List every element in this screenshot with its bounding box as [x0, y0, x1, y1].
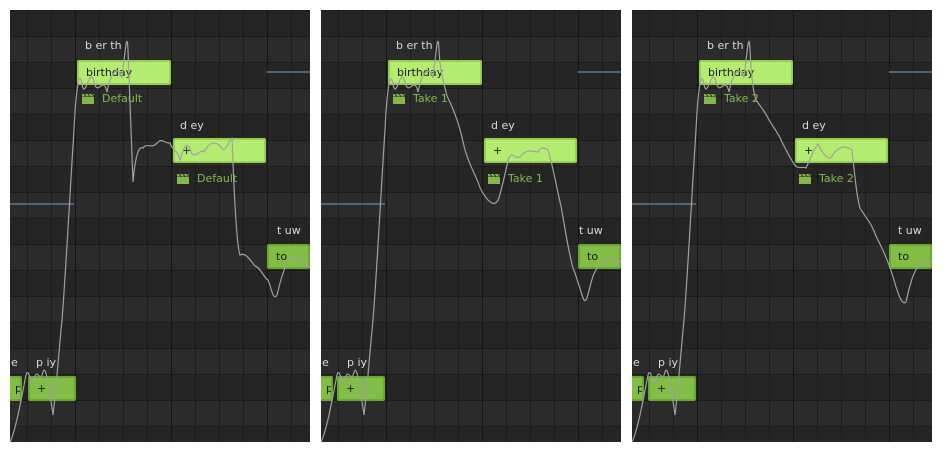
clapperboard-icon: [704, 93, 717, 104]
phoneme-label: t uw: [579, 224, 603, 237]
phoneme-label: b er th: [707, 39, 744, 52]
take-selector[interactable]: Take 2: [703, 92, 759, 106]
note-block[interactable]: to: [267, 244, 310, 269]
take-label: Default: [197, 172, 238, 185]
take-selector[interactable]: Take 2: [798, 172, 854, 186]
grid-row: [321, 166, 621, 192]
take-selector[interactable]: Take 1: [392, 92, 448, 106]
note-block[interactable]: birthday: [388, 60, 482, 85]
note-block[interactable]: py: [10, 376, 22, 401]
grid-row: [632, 114, 932, 140]
phoneme-label: p iy: [347, 356, 368, 369]
note-block[interactable]: to: [889, 244, 932, 269]
grid-row: [321, 270, 621, 296]
clapperboard-icon: [393, 93, 406, 104]
phoneme-label: b er th: [85, 39, 122, 52]
grid-row: [321, 10, 621, 36]
phoneme-label: d ey: [491, 119, 515, 132]
phoneme-label: p iy: [36, 356, 57, 369]
take-label: Take 1: [508, 172, 543, 185]
phoneme-label: d ey: [180, 119, 204, 132]
clapperboard-icon: [82, 93, 95, 104]
piano-roll-panel-take1[interactable]: b er thd eyt uwep iybirthday+topy+Take 1…: [321, 10, 621, 442]
grid-row: [10, 10, 310, 36]
grid-row: [10, 322, 310, 348]
grid-row: [10, 114, 310, 140]
grid-row: [10, 218, 310, 244]
take-selector[interactable]: Default: [176, 172, 237, 186]
phoneme-label: b er th: [396, 39, 433, 52]
take-label: Take 2: [819, 172, 854, 185]
grid-row: [321, 218, 621, 244]
piano-roll-panel-take2[interactable]: b er thd eyt uwep iybirthday+topy+Take 2…: [632, 10, 932, 442]
piano-roll-panel-default[interactable]: b er thd eyt uwep iybirthday+topy+Defaul…: [10, 10, 310, 442]
phoneme-label: e: [11, 356, 18, 369]
grid-row: [321, 114, 621, 140]
grid-row: [10, 270, 310, 296]
clapperboard-icon: [488, 173, 501, 184]
grid-row: [321, 322, 621, 348]
phoneme-label: t uw: [898, 224, 922, 237]
note-block[interactable]: py: [632, 376, 644, 401]
phoneme-label: e: [633, 356, 640, 369]
take-label: Take 1: [413, 92, 448, 105]
clapperboard-icon: [177, 173, 190, 184]
grid-row: [632, 218, 932, 244]
note-block[interactable]: +: [648, 376, 696, 401]
grid-row: [632, 166, 932, 192]
grid-row: [632, 10, 932, 36]
grid-row: [632, 270, 932, 296]
note-block[interactable]: to: [578, 244, 621, 269]
note-block[interactable]: py: [321, 376, 333, 401]
grid-row: [632, 426, 932, 442]
phoneme-label: p iy: [658, 356, 679, 369]
phoneme-label: e: [322, 356, 329, 369]
take-label: Default: [102, 92, 143, 105]
phoneme-label: t uw: [277, 224, 301, 237]
take-selector[interactable]: Take 1: [487, 172, 543, 186]
phoneme-label: d ey: [802, 119, 826, 132]
note-block[interactable]: +: [173, 138, 266, 163]
grid-row: [10, 166, 310, 192]
note-block[interactable]: birthday: [699, 60, 793, 85]
note-block[interactable]: +: [795, 138, 888, 163]
clapperboard-icon: [799, 173, 812, 184]
note-block[interactable]: +: [337, 376, 385, 401]
grid-row: [321, 426, 621, 442]
note-block[interactable]: +: [28, 376, 76, 401]
note-block[interactable]: birthday: [77, 60, 171, 85]
take-selector[interactable]: Default: [81, 92, 142, 106]
grid-row: [10, 426, 310, 442]
take-label: Take 2: [724, 92, 759, 105]
grid-row: [632, 322, 932, 348]
note-block[interactable]: +: [484, 138, 577, 163]
